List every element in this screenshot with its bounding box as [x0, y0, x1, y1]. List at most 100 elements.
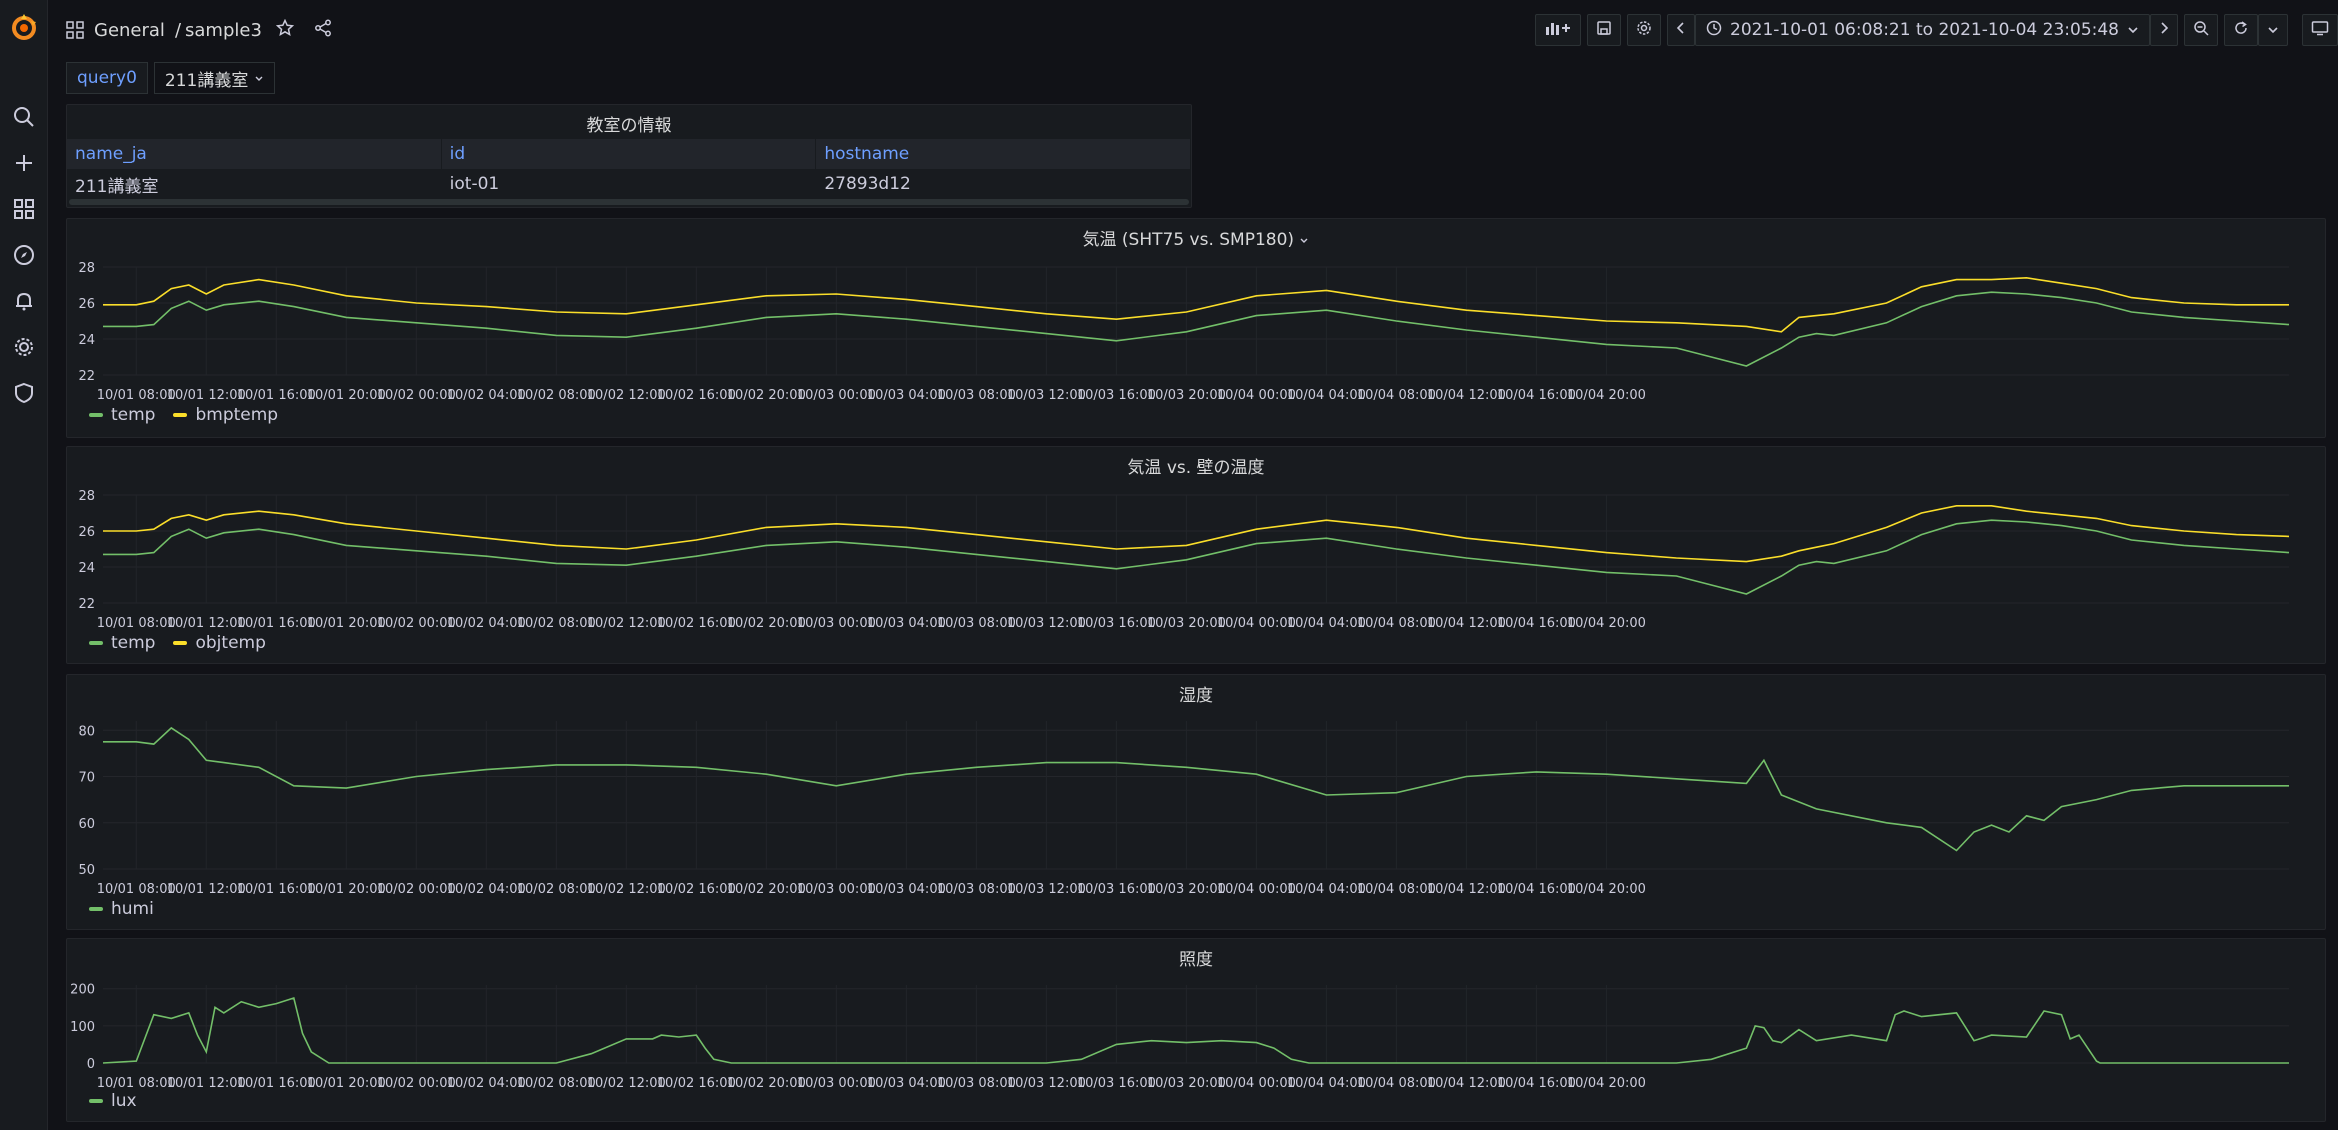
- x-tick-label: 10/03 16:00: [1077, 388, 1156, 403]
- x-tick-label: 10/02 16:00: [657, 1076, 736, 1091]
- zoom-out-button[interactable]: [2184, 14, 2218, 46]
- x-tick-label: 10/01 16:00: [237, 616, 316, 631]
- timeseries-plot[interactable]: 28 26 24 2210/01 08:0010/01 12:0010/01 16:0…: [67, 487, 2325, 637]
- table-header-cell[interactable]: id: [442, 139, 817, 169]
- time-range-label: 2021-10-01 06:08:21 to 2021-10-04 23:05:…: [1730, 20, 2119, 40]
- legend-swatch: [89, 641, 103, 645]
- legend-item-temp[interactable]: temp: [89, 633, 155, 653]
- x-tick-label: 10/02 20:00: [727, 1076, 806, 1091]
- panel-title[interactable]: 照度: [67, 945, 2325, 970]
- x-tick-label: 10/04 16:00: [1497, 1076, 1576, 1091]
- legend-item-humi[interactable]: humi: [89, 899, 154, 919]
- x-tick-label: 10/01 08:00: [97, 882, 176, 897]
- timeseries-plot[interactable]: 28 26 24 2210/01 08:0010/01 12:0010/01 16:0…: [67, 259, 2325, 409]
- table-scrollbar[interactable]: [69, 199, 1189, 205]
- timeseries-plot[interactable]: 80 70 60 5010/01 08:0010/01 12:0010/01 16:0…: [67, 713, 2325, 903]
- breadcrumb-folder[interactable]: General: [94, 20, 165, 41]
- legend-label: temp: [111, 633, 156, 653]
- x-tick-label: 10/03 12:00: [1007, 388, 1086, 403]
- clock-icon: [1706, 20, 1722, 41]
- gear-icon[interactable]: [9, 332, 39, 362]
- dashboard-settings-button[interactable]: [1627, 14, 1662, 46]
- refresh-interval-dropdown[interactable]: [2258, 14, 2288, 46]
- x-tick-label: 10/02 00:00: [377, 388, 456, 403]
- variable-select[interactable]: 211講義室: [153, 62, 276, 94]
- panel-title[interactable]: 気温 (SHT75 vs. SMP180): [67, 225, 2325, 250]
- breadcrumb: General / sample3: [66, 16, 332, 44]
- x-tick-label: 10/02 04:00: [447, 616, 526, 631]
- x-tick-label: 10/01 16:00: [237, 882, 316, 897]
- refresh-button[interactable]: [2224, 14, 2258, 46]
- legend-item-temp[interactable]: temp: [89, 405, 155, 425]
- time-shift-back-button[interactable]: [1667, 14, 1696, 46]
- explore-icon[interactable]: [9, 240, 39, 270]
- x-tick-label: 10/02 12:00: [587, 882, 666, 897]
- chevron-down-icon: [2267, 20, 2279, 40]
- dashboard-toolbar: 2021-10-01 06:08:21 to 2021-10-04 23:05:…: [1535, 14, 2338, 46]
- series-line-lux[interactable]: [102, 996, 2289, 1064]
- x-tick-label: 10/01 20:00: [307, 388, 386, 403]
- table-header-cell[interactable]: hostname: [816, 139, 1192, 169]
- x-tick-label: 10/01 20:00: [307, 1076, 386, 1091]
- legend-swatch: [89, 907, 103, 911]
- series-line-humi[interactable]: [103, 726, 2289, 852]
- x-tick-label: 10/03 08:00: [937, 388, 1016, 403]
- x-tick-label: 10/03 16:00: [1077, 1076, 1156, 1091]
- x-tick-label: 10/02 04:00: [447, 882, 526, 897]
- x-tick-label: 10/04 20:00: [1567, 1076, 1646, 1091]
- x-tick-label: 10/04 16:00: [1497, 388, 1576, 403]
- panel-title[interactable]: 気温 vs. 壁の温度: [67, 453, 2325, 478]
- chevron-left-icon: [1676, 20, 1686, 40]
- x-tick-label: 10/04 16:00: [1497, 882, 1576, 897]
- x-tick-label: 10/02 04:00: [447, 388, 526, 403]
- panel-title[interactable]: 教室の情報: [67, 111, 1191, 136]
- time-range-picker[interactable]: 2021-10-01 06:08:21 to 2021-10-04 23:05:…: [1695, 14, 2150, 46]
- x-tick-label: 10/03 12:00: [1007, 1076, 1086, 1091]
- save-icon: [1596, 20, 1612, 41]
- shield-icon[interactable]: [9, 378, 39, 408]
- save-dashboard-button[interactable]: [1587, 14, 1622, 46]
- plus-icon[interactable]: [9, 148, 39, 178]
- refresh-icon: [2233, 20, 2249, 41]
- x-tick-label: 10/03 04:00: [867, 1076, 946, 1091]
- y-tick-label: 100: [70, 1020, 95, 1035]
- search-icon[interactable]: [9, 102, 39, 132]
- legend-swatch: [89, 413, 103, 417]
- x-tick-label: 10/01 12:00: [167, 1076, 246, 1091]
- variable-label: query0: [66, 62, 148, 94]
- y-tick-label: 200: [70, 983, 95, 998]
- y-tick-label: 26: [78, 297, 95, 312]
- x-tick-label: 10/03 20:00: [1147, 1076, 1226, 1091]
- grafana-logo-icon[interactable]: [6, 10, 42, 46]
- x-tick-label: 10/04 20:00: [1567, 388, 1646, 403]
- series-line-objtemp[interactable]: [103, 504, 2290, 563]
- legend-label: bmptemp: [195, 405, 279, 425]
- dashboard-title[interactable]: sample3: [185, 20, 262, 41]
- alert-bell-icon[interactable]: [9, 286, 39, 316]
- view-mode-button[interactable]: [2302, 14, 2338, 46]
- legend: humi: [89, 899, 154, 919]
- legend-item-bmptemp[interactable]: bmptemp: [173, 405, 278, 425]
- dashboards-icon[interactable]: [9, 194, 39, 224]
- top-navbar: General / sample3 2021-10-01 06:08:21 to…: [48, 0, 2338, 60]
- legend-item-objtemp[interactable]: objtemp: [173, 633, 266, 653]
- chart-panel-temp-sht75-smp180: 気温 (SHT75 vs. SMP180) 28 26 24 22 10/01 08:0…: [66, 218, 2326, 438]
- share-icon[interactable]: [314, 19, 332, 42]
- add-panel-button[interactable]: [1535, 14, 1582, 46]
- x-tick-label: 10/03 08:00: [937, 616, 1016, 631]
- table-row: 211講義室 iot-01 27893d12: [67, 169, 1192, 199]
- timeseries-plot[interactable]: 200 100 010/01 08:0010/01 12:0010/01 16:00…: [67, 977, 2325, 1097]
- x-tick-label: 10/01 12:00: [167, 882, 246, 897]
- x-tick-label: 10/04 12:00: [1427, 616, 1506, 631]
- time-shift-forward-button[interactable]: [2150, 14, 2178, 46]
- legend-item-lux[interactable]: lux: [89, 1091, 137, 1111]
- star-icon[interactable]: [275, 18, 295, 42]
- panel-title[interactable]: 湿度: [67, 681, 2325, 706]
- x-tick-label: 10/02 16:00: [657, 882, 736, 897]
- table-header-cell[interactable]: name_ja: [67, 139, 442, 169]
- sidebar: [0, 0, 48, 1130]
- y-tick-label: 80: [78, 724, 95, 739]
- x-tick-label: 10/04 08:00: [1357, 388, 1436, 403]
- x-tick-label: 10/04 12:00: [1427, 388, 1506, 403]
- y-tick-label: 50: [78, 863, 95, 878]
